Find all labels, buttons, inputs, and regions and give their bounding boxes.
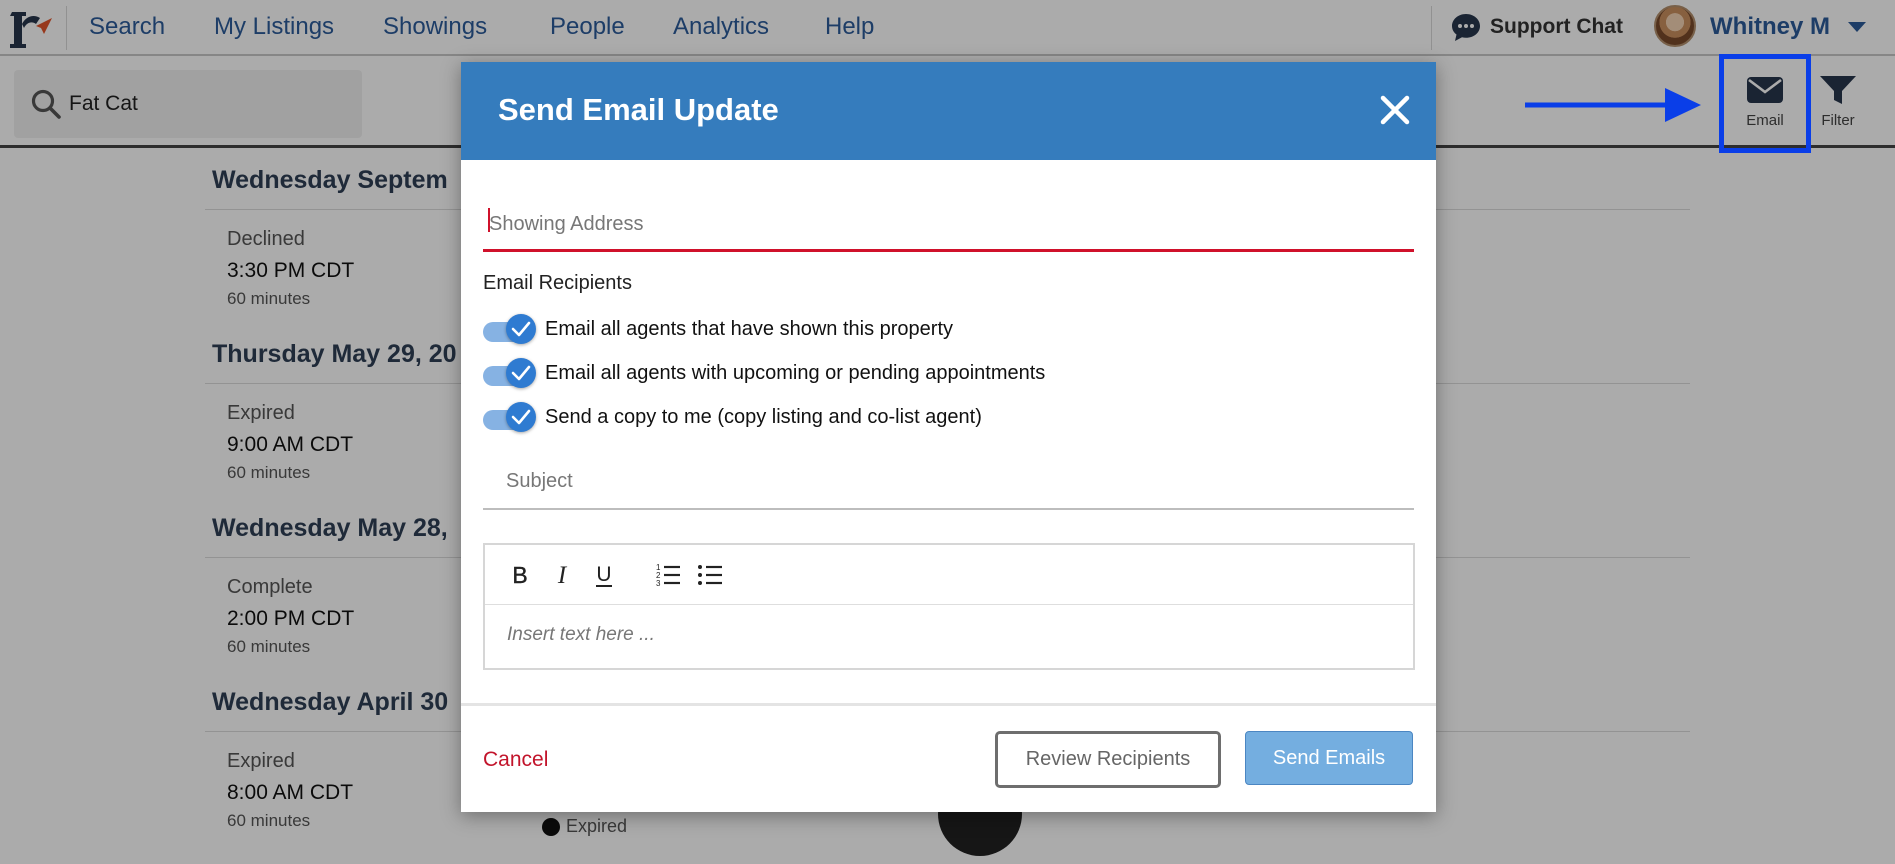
- annotation-arrow-icon: [1525, 88, 1701, 122]
- message-editor: B I U 1 2 3 Insert text here ...: [483, 543, 1415, 670]
- recipient-toggle-row: Send a copy to me (copy listing and co-l…: [483, 402, 982, 432]
- dialog-header: Send Email Update: [461, 62, 1436, 160]
- underline-icon[interactable]: U: [589, 561, 619, 589]
- check-icon: [511, 365, 531, 381]
- toggle-upcoming-agents[interactable]: [483, 358, 537, 388]
- text-cursor: [488, 208, 490, 232]
- showing-address-field: [483, 200, 1414, 252]
- check-icon: [511, 321, 531, 337]
- bold-icon[interactable]: B: [505, 561, 535, 589]
- svg-text:B: B: [512, 562, 527, 588]
- bullet-list-icon[interactable]: [695, 561, 725, 589]
- annotation-highlight-box: [1719, 54, 1811, 153]
- check-icon: [511, 409, 531, 425]
- svg-text:3: 3: [656, 579, 661, 588]
- send-email-dialog: Send Email Update Email Recipients Email…: [461, 62, 1436, 812]
- toggle-copy-to-me[interactable]: [483, 402, 537, 432]
- subject-field: [483, 456, 1414, 510]
- toggle-knob: [506, 314, 536, 344]
- showing-address-input[interactable]: [483, 200, 1414, 248]
- recipient-toggle-row: Email all agents with upcoming or pendin…: [483, 358, 1045, 388]
- dialog-footer-divider: [461, 703, 1436, 706]
- italic-icon[interactable]: I: [547, 561, 577, 589]
- svg-text:I: I: [557, 562, 568, 589]
- toggle-label: Send a copy to me (copy listing and co-l…: [545, 405, 982, 428]
- recipient-toggle-row: Email all agents that have shown this pr…: [483, 314, 953, 344]
- cancel-button[interactable]: Cancel: [483, 748, 548, 772]
- email-recipients-label: Email Recipients: [483, 272, 632, 294]
- toggle-shown-agents[interactable]: [483, 314, 537, 344]
- close-icon[interactable]: [1377, 92, 1413, 128]
- review-recipients-button[interactable]: Review Recipients: [995, 731, 1221, 788]
- toggle-knob: [506, 402, 536, 432]
- svg-text:U: U: [596, 563, 611, 586]
- dialog-title: Send Email Update: [498, 92, 779, 127]
- send-emails-button[interactable]: Send Emails: [1245, 731, 1413, 785]
- toggle-label: Email all agents that have shown this pr…: [545, 317, 953, 340]
- toggle-label: Email all agents with upcoming or pendin…: [545, 361, 1046, 384]
- ordered-list-icon[interactable]: 1 2 3: [653, 561, 683, 589]
- toggle-knob: [506, 358, 536, 388]
- editor-toolbar: B I U 1 2 3: [485, 545, 1413, 605]
- subject-input[interactable]: [483, 456, 1414, 506]
- message-body-input[interactable]: Insert text here ...: [485, 605, 1413, 646]
